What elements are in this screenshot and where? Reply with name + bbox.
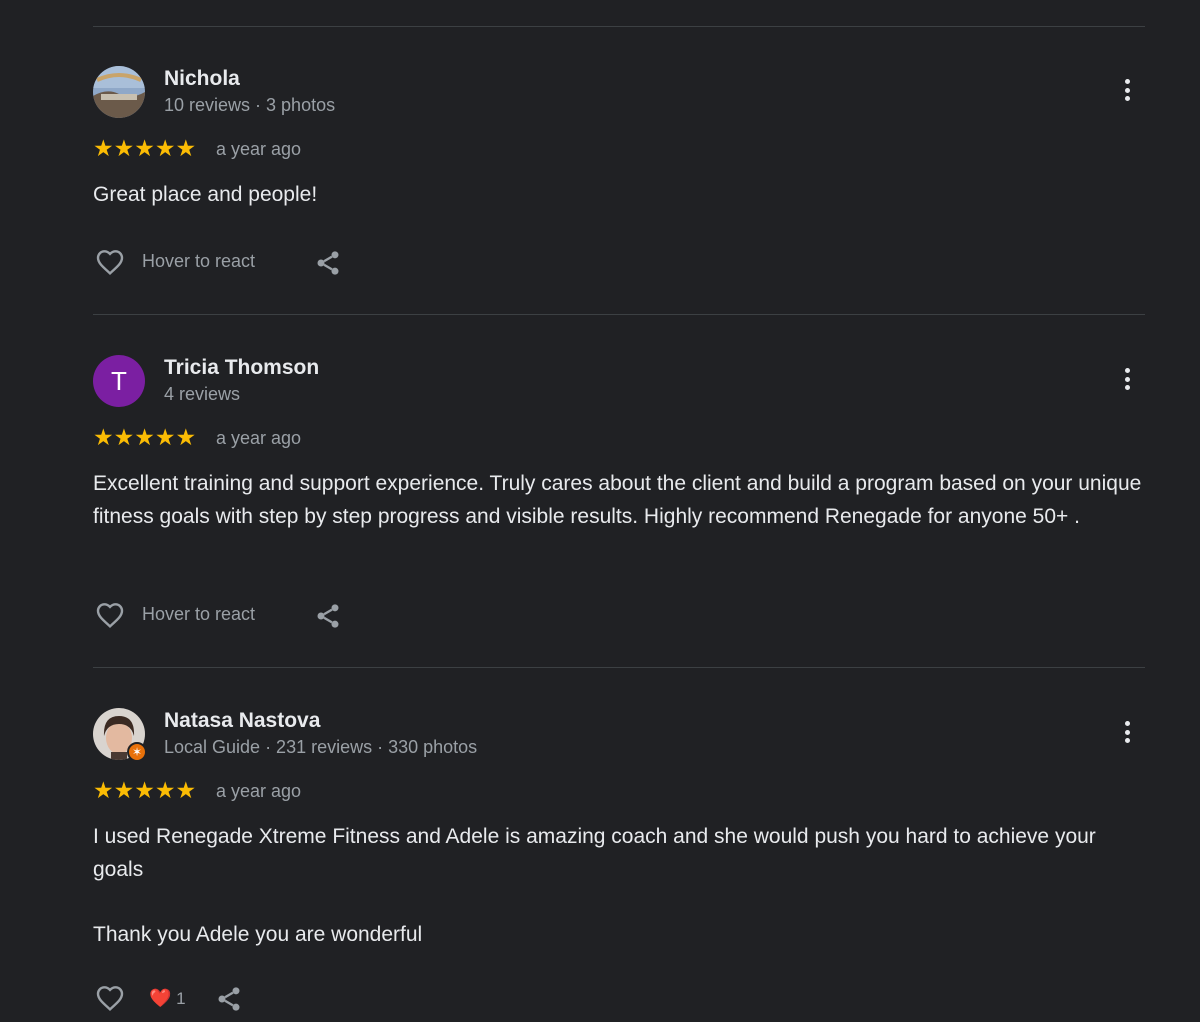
reviewer-meta: 10 reviews · 3 photos xyxy=(164,95,336,115)
review-paragraph: Excellent training and support experienc… xyxy=(93,472,1142,528)
review-text: I used Renegade Xtreme Fitness and Adele… xyxy=(93,821,1143,951)
avatar-letter: T xyxy=(93,355,145,407)
avatar[interactable]: ✶ xyxy=(93,708,147,762)
reviewer-name[interactable]: Nichola xyxy=(164,67,240,91)
share-icon[interactable] xyxy=(215,984,243,1014)
review-divider xyxy=(93,314,1145,315)
review-actions: Hover to react xyxy=(93,599,493,639)
avatar[interactable] xyxy=(93,66,145,118)
review-paragraph: I used Renegade Xtreme Fitness and Adele… xyxy=(93,825,1096,881)
more-vert-icon xyxy=(1124,368,1130,373)
star-rating: ★★★★★ xyxy=(93,135,197,161)
review-text: Excellent training and support experienc… xyxy=(93,468,1143,533)
avatar-photo xyxy=(93,66,145,118)
heart-outline-icon[interactable] xyxy=(93,246,127,278)
review-text: Great place and people! xyxy=(93,179,1143,212)
review-paragraph: Thank you Adele you are wonderful xyxy=(93,922,423,946)
reviewer-name[interactable]: Tricia Thomson xyxy=(164,356,319,380)
review-divider xyxy=(93,667,1145,668)
more-options-button[interactable] xyxy=(1121,368,1133,396)
reaction-heart-icon: ❤️ xyxy=(149,988,172,1008)
hover-to-react-label[interactable]: Hover to react xyxy=(142,251,255,272)
heart-outline-icon[interactable] xyxy=(93,982,127,1014)
review-divider xyxy=(93,26,1145,27)
more-options-button[interactable] xyxy=(1121,79,1133,107)
avatar[interactable]: T xyxy=(93,355,145,407)
share-icon[interactable] xyxy=(314,601,342,631)
review-date: a year ago xyxy=(216,428,302,448)
reviewer-meta: 4 reviews xyxy=(164,384,241,404)
review-date: a year ago xyxy=(216,781,302,801)
reviewer-name[interactable]: Natasa Nastova xyxy=(164,709,320,733)
star-rating: ★★★★★ xyxy=(93,424,197,450)
review-actions: ❤️ 1 xyxy=(93,982,493,1022)
more-options-button[interactable] xyxy=(1121,721,1133,749)
more-vert-icon xyxy=(1124,79,1130,84)
review-paragraph: Great place and people! xyxy=(93,183,318,206)
hover-to-react-label[interactable]: Hover to react xyxy=(142,604,255,625)
reaction-count-value: 1 xyxy=(176,989,186,1008)
share-icon[interactable] xyxy=(314,248,342,278)
local-guide-badge-icon: ✶ xyxy=(127,742,147,762)
review-actions: Hover to react xyxy=(93,246,493,286)
more-vert-icon xyxy=(1124,721,1130,726)
star-rating: ★★★★★ xyxy=(93,777,197,803)
reviewer-meta: Local Guide · 231 reviews · 330 photos xyxy=(164,737,478,757)
heart-outline-icon[interactable] xyxy=(93,599,127,631)
review-date: a year ago xyxy=(216,139,302,159)
reaction-count[interactable]: ❤️ 1 xyxy=(149,988,186,1009)
